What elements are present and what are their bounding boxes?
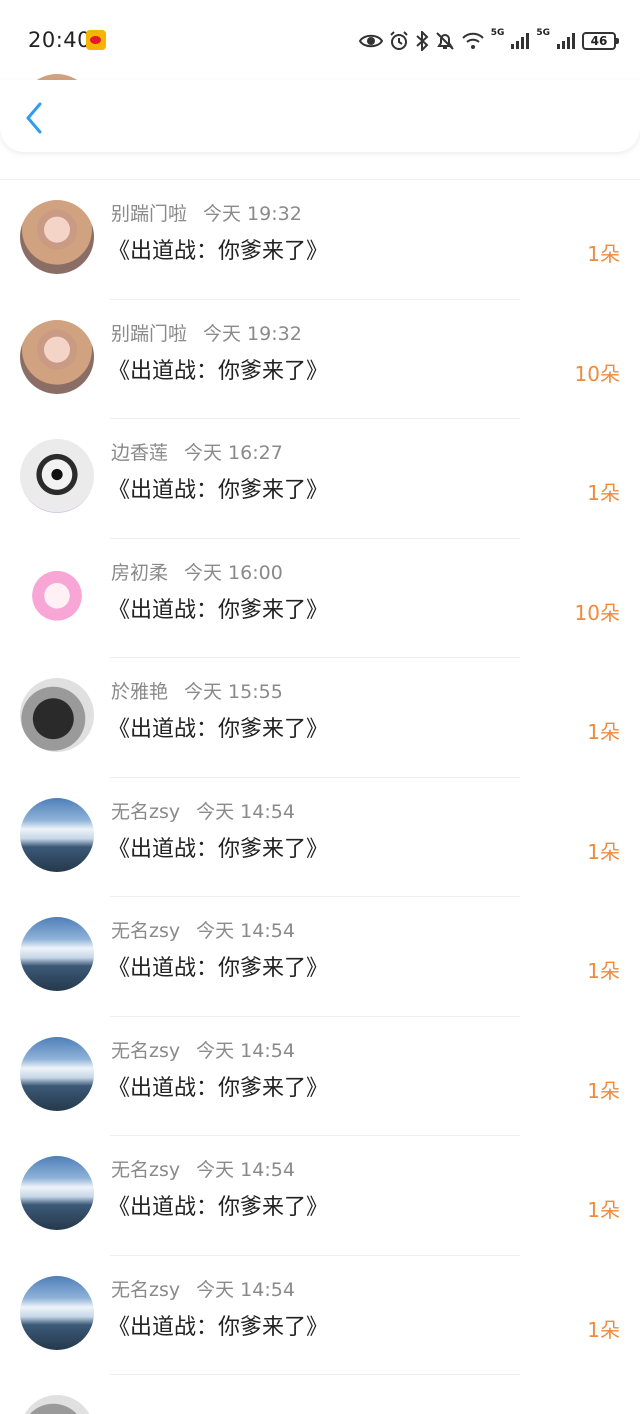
sender-name: 无名zsy [111,1278,181,1301]
send-time: 今天 16:27 [184,442,283,464]
sender-name: 於雅艳 [111,681,169,703]
work-title: 《出道战：你爹来了》 [108,478,329,503]
list-item-partial [0,1375,640,1414]
sender-meta: 无名zsy 今天 14:54 [111,916,295,943]
avatar [20,1395,94,1414]
sender-meta: 房初柔 今天 16:00 [111,558,283,585]
sender-name: 边香莲 [111,442,169,464]
sender-meta: 无名zsy 今天 14:54 [111,797,295,824]
gift-amount: 10朵 [574,361,620,386]
back-button[interactable] [20,98,50,138]
list-item[interactable]: 别踹门啦 今天 19:32 《出道战：你爹来了》 10朵 [0,300,640,419]
work-title: 《出道战：你爹来了》 [108,1195,329,1220]
network-5g-label: 5G [490,28,505,38]
list-item[interactable]: 房初柔 今天 16:00 《出道战：你爹来了》 10朵 [0,539,640,658]
avatar[interactable] [20,200,94,274]
send-time: 今天 14:54 [196,1159,295,1181]
avatar[interactable] [20,439,94,513]
sender-name: 房初柔 [111,561,169,584]
work-title: 《出道战：你爹来了》 [108,358,329,384]
send-time: 今天 19:32 [203,322,302,345]
work-title: 《出道战：你爹来了》 [108,239,329,264]
avatar[interactable] [20,797,94,872]
sender-meta: 无名zsy 今天 14:54 [111,1275,295,1302]
chevron-left-icon [26,102,42,134]
gift-record-list: 别踹门啦 今天 19:32 《出道战：你爹来了》 1朵 别踹门啦 今天 19:32 … [0,74,640,1414]
gift-amount: 1朵 [587,481,620,505]
gift-amount: 1朵 [587,839,620,864]
gift-amount: 1朵 [587,1198,620,1222]
list-item[interactable]: 无名zsy 今天 14:54 《出道战：你爹来了》 1朵 [0,897,640,1017]
avatar[interactable] [20,1156,94,1230]
eye-icon [358,34,383,48]
weibo-notification-icon [86,30,106,50]
avatar[interactable] [20,1036,94,1111]
gift-amount: 1朵 [587,959,620,983]
gift-amount: 1朵 [587,720,620,744]
battery-indicator: 46 [582,32,619,50]
list-item[interactable]: 别踹门啦 今天 19:32 《出道战：你爹来了》 1朵 [0,180,640,300]
list-item[interactable]: 无名zsy 今天 14:54 《出道战：你爹来了》 1朵 [0,1017,640,1136]
list-item[interactable]: 边香莲 今天 16:27 《出道战：你爹来了》 1朵 [0,419,640,539]
system-icons: 5G 5G 46 [358,28,619,54]
sender-name: 别踹门啦 [111,203,188,225]
gift-amount: 1朵 [587,242,620,266]
send-time: 今天 14:54 [196,920,295,942]
avatar[interactable] [20,678,94,752]
avatar[interactable] [20,917,94,991]
sender-name: 无名zsy [111,1039,181,1062]
mute-bell-icon [435,32,454,50]
avatar[interactable] [20,319,94,394]
avatar[interactable] [20,1275,94,1350]
list-item[interactable]: 无名zsy 今天 14:54 《出道战：你爹来了》 1朵 [0,1136,640,1256]
sender-meta: 无名zsy 今天 14:54 [111,1036,295,1063]
sender-meta: 别踹门啦 今天 19:32 [111,199,302,226]
gift-amount: 10朵 [574,600,620,625]
work-title: 《出道战：你爹来了》 [108,956,329,981]
send-time: 今天 16:00 [184,561,283,584]
avatar[interactable] [26,565,88,628]
bluetooth-icon [416,31,429,51]
wifi-icon [461,32,484,49]
top-nav-bar [0,80,640,152]
work-title: 《出道战：你爹来了》 [108,717,329,742]
list-item[interactable]: 於雅艳 今天 15:55 《出道战：你爹来了》 1朵 [0,658,640,778]
send-time: 今天 14:54 [196,800,295,823]
gift-amount: 1朵 [587,1317,620,1342]
send-time: 今天 14:54 [196,1039,295,1062]
send-time: 今天 15:55 [184,681,283,703]
sender-meta: 边香莲 今天 16:27 [111,438,283,465]
sender-meta: 别踹门啦 今天 19:32 [111,319,302,346]
work-title: 《出道战：你爹来了》 [108,836,329,862]
list-item[interactable]: 无名zsy 今天 14:54 《出道战：你爹来了》 1朵 [0,1256,640,1375]
sender-name: 无名zsy [111,1159,181,1181]
status-bar: 20:40 5G 5G 46 [0,0,640,80]
list-item[interactable]: 无名zsy 今天 14:54 《出道战：你爹来了》 1朵 [0,778,640,897]
status-time: 20:40 [28,28,92,52]
sender-name: 别踹门啦 [111,322,188,345]
alarm-icon [389,31,408,50]
sender-meta: 於雅艳 今天 15:55 [111,677,283,704]
send-time: 今天 14:54 [196,1278,295,1301]
work-title: 《出道战：你爹来了》 [108,1075,329,1101]
send-time: 今天 19:32 [203,203,302,225]
sender-name: 无名zsy [111,800,181,823]
work-title: 《出道战：你爹来了》 [108,1314,329,1340]
sender-name: 无名zsy [111,920,181,942]
signal-icon-2 [557,33,575,49]
sender-meta: 无名zsy 今天 14:54 [111,1155,295,1182]
gift-amount: 1朵 [587,1078,620,1103]
signal-icon [511,33,530,49]
network-5g-label-2: 5G [536,28,550,38]
work-title: 《出道战：你爹来了》 [108,597,329,623]
